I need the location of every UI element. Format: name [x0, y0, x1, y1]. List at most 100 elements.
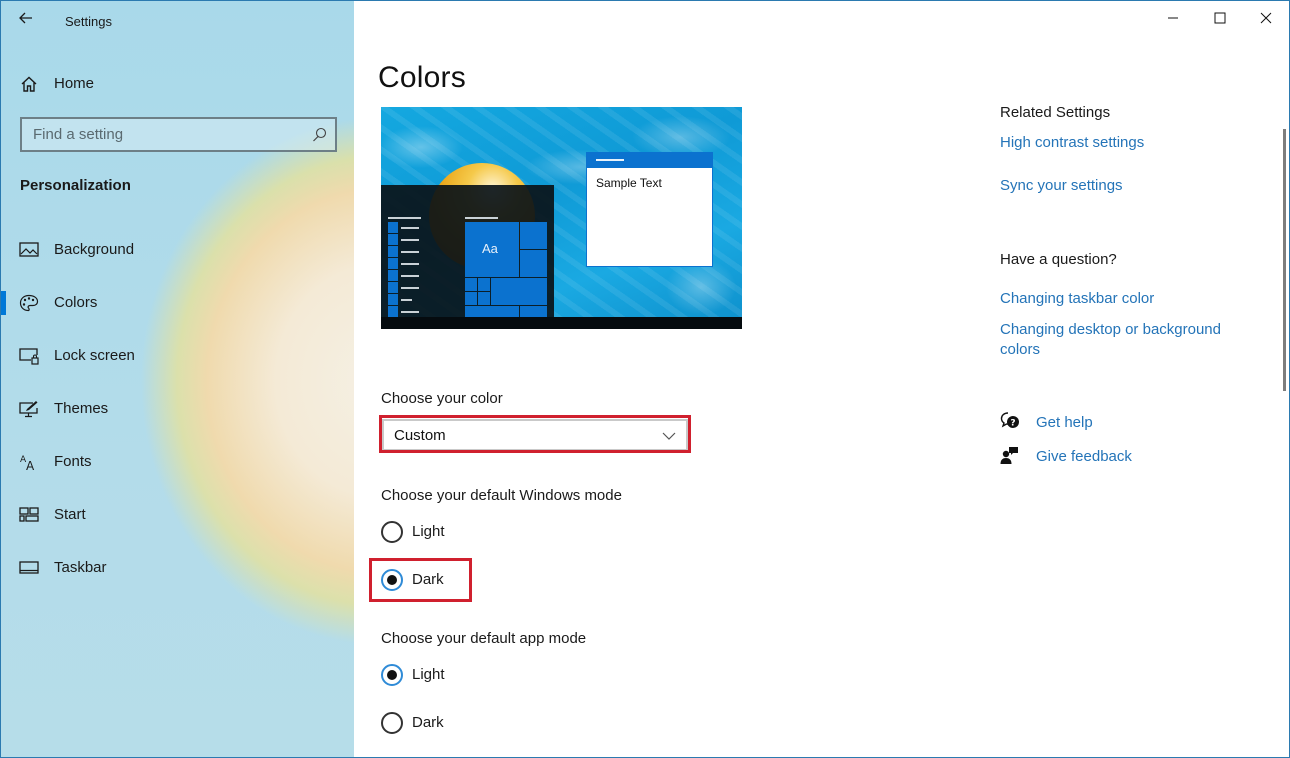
taskbar-icon: [19, 561, 39, 574]
preview-sample-text: Sample Text: [596, 176, 662, 190]
sidebar-item-fonts[interactable]: AA Fonts: [1, 442, 354, 482]
dropdown-value: Custom: [394, 427, 446, 444]
windows-mode-label: Choose your default Windows mode: [381, 487, 622, 504]
related-settings-heading: Related Settings: [1000, 104, 1111, 121]
preview-app-line: [401, 251, 420, 253]
preview-tile-large: Aa: [465, 222, 519, 277]
preview-sample-window: Sample Text: [586, 152, 713, 267]
desktop-colors-link[interactable]: Changing desktop or background colors: [1000, 320, 1240, 360]
preview-taskbar: [381, 317, 742, 329]
radio-label: Dark: [412, 714, 444, 731]
sidebar-item-start[interactable]: Start: [1, 495, 354, 535]
preview-app-line: [401, 275, 420, 277]
close-icon: [1260, 12, 1272, 24]
window-title: Settings: [65, 14, 112, 29]
preview-app-line: [401, 239, 420, 241]
back-arrow-icon: [19, 12, 32, 24]
preview-app-icon: [388, 246, 398, 257]
choose-color-dropdown[interactable]: Custom: [382, 419, 688, 451]
back-button[interactable]: [15, 7, 37, 29]
palette-icon: [19, 294, 39, 312]
preview-line: [465, 217, 498, 219]
help-label: Give feedback: [1036, 448, 1132, 465]
radio-circle: [381, 569, 403, 591]
search-box[interactable]: [20, 117, 337, 152]
sidebar-item-label: Fonts: [54, 453, 92, 470]
search-icon[interactable]: [312, 127, 327, 142]
preview-app-icon: [388, 258, 398, 269]
chevron-down-icon: [662, 432, 676, 440]
sidebar-item-label: Start: [54, 506, 86, 523]
home-label: Home: [54, 75, 95, 92]
preview-tile: [478, 292, 490, 305]
close-button[interactable]: [1243, 1, 1289, 35]
preview-tile: [465, 292, 477, 305]
windows-mode-dark-radio[interactable]: Dark: [381, 567, 481, 593]
sidebar-item-label: Themes: [54, 400, 109, 417]
preview-line: [388, 217, 421, 219]
preview-app-line: [401, 311, 420, 313]
sidebar-item-colors[interactable]: Colors: [1, 283, 354, 323]
app-mode-dark-radio[interactable]: Dark: [381, 710, 481, 736]
maximize-icon: [1214, 12, 1226, 24]
sidebar-item-label: Colors: [54, 294, 98, 311]
sync-settings-link[interactable]: Sync your settings: [1000, 177, 1123, 194]
preview-app-line: [401, 263, 420, 265]
sidebar-item-label: Taskbar: [54, 559, 107, 576]
radio-label: Dark: [412, 571, 444, 588]
radio-label: Light: [412, 666, 445, 683]
sidebar-item-themes[interactable]: Themes: [1, 389, 354, 429]
give-feedback-link[interactable]: Give feedback: [1000, 445, 1150, 467]
preview-app-icon: [388, 282, 398, 293]
sidebar-item-label: Background: [54, 241, 135, 258]
preview-tile: [520, 222, 547, 249]
page-title: Colors: [378, 61, 466, 94]
minimize-icon: [1168, 17, 1178, 19]
maximize-button[interactable]: [1197, 1, 1243, 35]
start-icon: [19, 507, 39, 522]
fonts-icon: AA: [20, 455, 35, 471]
themes-icon: [19, 401, 38, 418]
svg-text:A: A: [26, 459, 35, 471]
app-mode-label: Choose your default app mode: [381, 630, 587, 647]
radio-circle: [381, 664, 403, 686]
question-heading: Have a question?: [1000, 251, 1117, 268]
preview-app-icon: [388, 270, 398, 281]
windows-mode-light-radio[interactable]: Light: [381, 519, 481, 545]
svg-text:?: ?: [1010, 419, 1015, 429]
preview-tile: [465, 306, 519, 317]
preview-tile: [465, 278, 477, 291]
sidebar-item-label: Lock screen: [54, 347, 135, 364]
preview-tile: [491, 278, 547, 305]
preview-app-line: [401, 299, 412, 301]
preview-app-line: [401, 287, 420, 289]
preview-tile: [478, 278, 490, 291]
sidebar-item-taskbar[interactable]: Taskbar: [1, 548, 354, 588]
selected-indicator: [1, 291, 6, 315]
sidebar: Settings Home Personalization Background…: [1, 1, 354, 757]
preview-tile-label: Aa: [482, 241, 498, 256]
section-label-personalization: Personalization: [20, 177, 131, 194]
sidebar-item-home[interactable]: Home: [1, 67, 354, 101]
preview-tile: [520, 306, 547, 317]
search-input[interactable]: [22, 119, 302, 150]
get-help-link[interactable]: ? Get help: [1000, 411, 1120, 433]
vertical-scrollbar[interactable]: [1283, 129, 1286, 391]
preview-window-titlebar: [587, 153, 712, 168]
radio-label: Light: [412, 523, 445, 540]
choose-color-label: Choose your color: [381, 390, 503, 407]
sidebar-item-lock-screen[interactable]: Lock screen: [1, 336, 354, 376]
app-mode-light-radio[interactable]: Light: [381, 662, 481, 688]
preview-start-menu: Aa: [381, 185, 554, 317]
get-help-icon: ?: [1000, 412, 1019, 429]
preview-tile: [520, 250, 547, 277]
preview-app-icon: [388, 222, 398, 233]
settings-window: Settings Home Personalization Background…: [0, 0, 1290, 758]
home-icon: [21, 76, 37, 92]
sidebar-item-background[interactable]: Background: [1, 230, 354, 270]
preview-app-icon: [388, 294, 398, 305]
lock-screen-icon: [19, 348, 39, 365]
taskbar-color-link[interactable]: Changing taskbar color: [1000, 290, 1154, 307]
minimize-button[interactable]: [1150, 1, 1196, 35]
high-contrast-link[interactable]: High contrast settings: [1000, 134, 1144, 151]
